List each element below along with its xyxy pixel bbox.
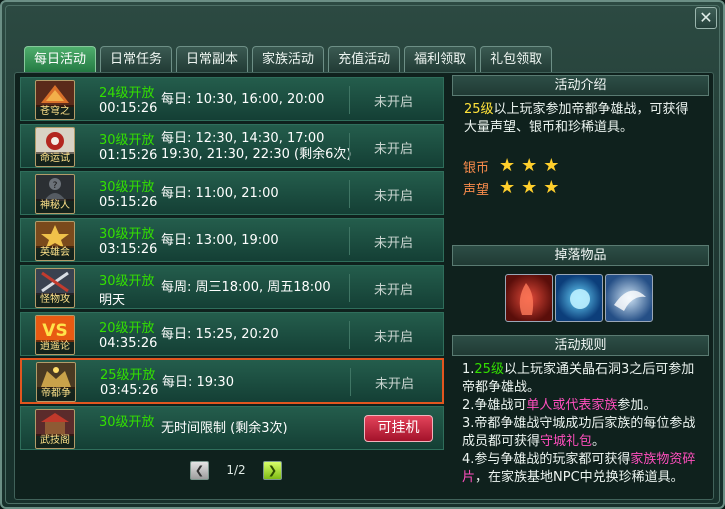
divider [349, 86, 350, 114]
mystery-figure-icon: ? 神秘人 [35, 174, 75, 214]
tab-recharge-activities[interactable]: 充值活动 [328, 46, 401, 72]
divider [349, 133, 350, 161]
divider [349, 227, 350, 255]
blue-orb-icon[interactable] [555, 274, 603, 322]
activity-row[interactable]: VS 逍遥论剑 20级开放 04:35:26 每日: 15:25, 20:20 … [20, 312, 444, 356]
intro-text: 25级以上玩家参加帝都争雄战，可获得 大量声望、银币和珍稀道具。 [464, 102, 689, 135]
svg-text:VS: VS [42, 321, 67, 341]
activity-row[interactable]: 苍穹之翼 24级开放 00:15:26 每日: 10:30, 16:00, 20… [20, 77, 444, 121]
schedule-text: 每日: 19:30 [162, 375, 234, 390]
vs-duel-icon: VS 逍遥论剑 [35, 315, 75, 355]
star-icon: ★ [521, 177, 538, 198]
unlock-level: 30级开放 [99, 415, 155, 430]
intro-header: 活动介绍 [452, 75, 709, 96]
schedule-text: 每日: 10:30, 16:00, 20:00 [161, 92, 325, 107]
activity-row[interactable]: 武技阁 30级开放 无时间限制 (剩余3次) 可挂机 [20, 406, 444, 450]
silver-wing-icon[interactable] [605, 274, 653, 322]
rules-text: 1.25级以上玩家通关晶石洞3之后可参加 帝都争雄战。 2.争雄战可单人或代表家… [462, 362, 696, 485]
countdown-timer: 03:15:26 [99, 242, 158, 257]
schedule-text: 每日: 13:00, 19:00 [161, 233, 279, 248]
tab-welfare-claim[interactable]: 福利领取 [404, 46, 477, 72]
tab-family-activities[interactable]: 家族活动 [252, 46, 325, 72]
schedule-text: 每日: 11:00, 21:00 [161, 186, 279, 201]
prev-page-button[interactable]: ❮ [190, 460, 209, 480]
monster-siege-icon: 怪物攻城 [35, 268, 75, 308]
countdown-timer: 明天 [99, 293, 126, 308]
tab-bar: 每日活动 日常任务 日常副本 家族活动 充值活动 福利领取 礼包领取 [24, 46, 553, 72]
divider [350, 368, 351, 396]
countdown-timer: 05:15:26 [99, 195, 158, 210]
drop-items [505, 274, 653, 322]
unlock-level: 30级开放 [99, 180, 155, 195]
next-page-button[interactable]: ❯ [263, 460, 282, 480]
reward-silver: 银币 ★ ★ ★ [463, 155, 560, 176]
close-icon: ✕ [699, 8, 713, 27]
countdown-timer: 00:15:26 [99, 101, 158, 116]
star-icon: ★ [499, 177, 516, 198]
svg-text:?: ? [53, 181, 58, 191]
tab-gift-pack-claim[interactable]: 礼包领取 [480, 46, 553, 72]
status-text: 未开启 [374, 189, 414, 204]
schedule-text: 无时间限制 (剩余3次) [161, 421, 288, 436]
unlock-level: 20级开放 [99, 321, 155, 336]
trial-emblem-icon: 命运试炼 [35, 127, 75, 167]
star-icon: ★ [543, 155, 560, 176]
chevron-right-icon: ❯ [267, 463, 278, 477]
status-text: 未开启 [374, 142, 414, 157]
martial-hall-icon: 武技阁 [35, 409, 75, 449]
activity-row[interactable]: 怪物攻城 30级开放 明天 每周: 周三18:00, 周五18:00 未开启 [20, 265, 444, 309]
auto-idle-button[interactable]: 可挂机 [364, 415, 433, 442]
unlock-level: 25级开放 [100, 368, 156, 383]
countdown-timer: 01:15:26 [99, 148, 158, 163]
status-text: 未开启 [374, 236, 414, 251]
imperial-contest-icon: 帝都争雄 [36, 362, 76, 402]
close-button[interactable]: ✕ [695, 7, 717, 29]
unlock-level: 24级开放 [99, 86, 155, 101]
activity-window: ✕ 每日活动 日常任务 日常副本 家族活动 充值活动 福利领取 礼包领取 苍穹之… [0, 0, 725, 509]
status-text: 未开启 [374, 95, 414, 110]
status-text: 未开启 [374, 283, 414, 298]
star-icon: ★ [543, 177, 560, 198]
schedule-text: 每日: 15:25, 20:20 [161, 327, 279, 342]
reward-reputation: 声望 ★ ★ ★ [463, 177, 560, 198]
countdown-timer: 04:35:26 [99, 336, 158, 351]
page-indicator: 1/2 [226, 463, 246, 477]
status-text: 未开启 [374, 330, 414, 345]
activity-row[interactable]: ? 神秘人 30级开放 05:15:26 每日: 11:00, 21:00 未开… [20, 171, 444, 215]
chevron-left-icon: ❮ [194, 463, 205, 477]
divider [349, 321, 350, 349]
activity-row[interactable]: 英雄会 30级开放 03:15:26 每日: 13:00, 19:00 未开启 [20, 218, 444, 262]
tab-daily-activities[interactable]: 每日活动 [24, 46, 97, 72]
unlock-level: 30级开放 [99, 227, 155, 242]
star-icon: ★ [521, 155, 538, 176]
pagination: ❮ 1/2 ❯ [190, 460, 282, 480]
divider [349, 274, 350, 302]
unlock-level: 30级开放 [99, 274, 155, 289]
star-icon: ★ [499, 155, 516, 176]
winged-beast-icon: 苍穹之翼 [35, 80, 75, 120]
status-text: 未开启 [375, 377, 415, 392]
rules-header: 活动规则 [452, 335, 709, 356]
schedule-text: 每周: 周三18:00, 周五18:00 [161, 280, 331, 295]
schedule-text: 每日: 12:30, 14:30, 17:00 [161, 131, 325, 146]
drops-header: 掉落物品 [452, 245, 709, 266]
activity-row[interactable]: 命运试炼 30级开放 01:15:26 每日: 12:30, 14:30, 17… [20, 124, 444, 168]
divider [349, 180, 350, 208]
unlock-level: 30级开放 [99, 133, 155, 148]
red-claw-relic-icon[interactable] [505, 274, 553, 322]
hero-gathering-icon: 英雄会 [35, 221, 75, 261]
activity-row-selected[interactable]: 帝都争雄 25级开放 03:45:26 每日: 19:30 未开启 [20, 358, 444, 404]
tab-daily-tasks[interactable]: 日常任务 [100, 46, 173, 72]
tab-daily-dungeons[interactable]: 日常副本 [176, 46, 249, 72]
countdown-timer: 03:45:26 [100, 383, 159, 398]
schedule-text: 19:30, 21:30, 22:30 (剩余6次) [161, 147, 352, 162]
